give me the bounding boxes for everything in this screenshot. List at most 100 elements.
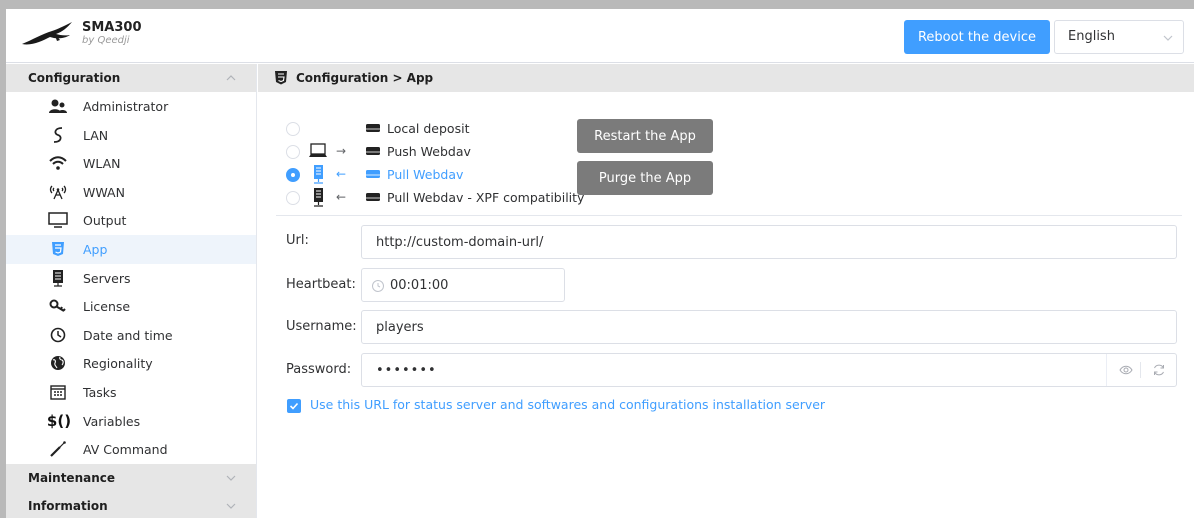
sidebar-item-label: AV Command xyxy=(83,442,168,458)
password-label: Password: xyxy=(286,362,352,377)
url-value: http://custom-domain-url/ xyxy=(376,235,544,250)
source-option-push-webdav[interactable]: → Push Webdav xyxy=(286,142,586,162)
sidebar-item-label: Date and time xyxy=(83,327,173,343)
sidebar-item-administrator[interactable]: Administrator xyxy=(6,92,256,121)
heartbeat-time-picker[interactable]: 00:01:00 xyxy=(361,268,565,302)
top-bar: SMA300 by Qeedji Reboot the device Engli… xyxy=(6,9,1194,63)
variables-icon: $() xyxy=(46,411,72,430)
sidebar-group-configuration[interactable]: Configuration xyxy=(6,64,256,92)
product-subtitle: by Qeedji xyxy=(82,35,130,46)
key-icon xyxy=(48,297,68,315)
antenna-icon xyxy=(48,183,68,201)
source-option-pull-webdav[interactable]: ← Pull Webdav xyxy=(286,165,586,185)
reboot-device-button[interactable]: Reboot the device xyxy=(904,20,1050,54)
sidebar-item-label: Variables xyxy=(83,413,141,429)
sidebar-item-label: Servers xyxy=(83,270,131,286)
username-label: Username: xyxy=(286,319,357,334)
username-value: players xyxy=(376,320,424,335)
source-option-local-deposit[interactable]: Local deposit xyxy=(286,119,586,139)
sidebar: Configuration Administrator LAN WLAN WWA… xyxy=(6,64,257,518)
sidebar-item-label: License xyxy=(83,299,131,315)
sidebar-item-label: Tasks xyxy=(83,384,117,400)
radio-button[interactable] xyxy=(286,191,300,205)
sidebar-group-maintenance[interactable]: Maintenance xyxy=(6,463,256,492)
app-window: SMA300 by Qeedji Reboot the device Engli… xyxy=(6,9,1194,518)
product-name: SMA300 xyxy=(82,20,142,35)
radio-button-checked[interactable] xyxy=(286,168,300,182)
arrow-left-icon: ← xyxy=(336,167,347,181)
lan-icon xyxy=(48,126,68,144)
sidebar-item-label: Output xyxy=(83,213,127,229)
sidebar-item-regionality[interactable]: Regionality xyxy=(6,349,256,378)
chevron-down-icon xyxy=(1163,35,1173,41)
username-input[interactable]: players xyxy=(361,310,1177,344)
purge-app-button[interactable]: Purge the App xyxy=(577,161,713,195)
logo: SMA300 by Qeedji xyxy=(20,18,142,54)
server-icon xyxy=(314,165,323,184)
sidebar-item-label: WWAN xyxy=(83,184,125,200)
radio-button[interactable] xyxy=(286,145,300,159)
chevron-up-icon xyxy=(226,75,236,81)
refresh-icon[interactable] xyxy=(1152,363,1166,377)
sidebar-item-wwan[interactable]: WWAN xyxy=(6,178,256,207)
sidebar-item-date-time[interactable]: Date and time xyxy=(6,321,256,350)
sidebar-item-app[interactable]: App xyxy=(6,234,256,264)
source-label: Pull Webdav - XPF compatibility xyxy=(387,190,585,205)
divider xyxy=(276,215,1182,216)
clock-icon xyxy=(48,326,68,344)
breadcrumb: Configuration > App xyxy=(296,71,434,85)
source-label: Push Webdav xyxy=(387,144,471,159)
sidebar-item-label: WLAN xyxy=(83,156,121,172)
av-command-icon xyxy=(48,440,68,458)
sidebar-item-label: App xyxy=(83,241,108,257)
url-label: Url: xyxy=(286,233,309,248)
monitor-icon xyxy=(48,211,68,229)
sidebar-item-label: LAN xyxy=(83,127,109,143)
source-option-pull-webdav-xpf[interactable]: ← Pull Webdav - XPF compatibility xyxy=(286,188,586,208)
use-url-checkbox[interactable] xyxy=(287,399,301,413)
sidebar-item-servers[interactable]: Servers xyxy=(6,264,256,293)
sidebar-item-variables[interactable]: $() Variables xyxy=(6,407,256,436)
password-value: ••••••• xyxy=(376,363,437,378)
sidebar-item-tasks[interactable]: Tasks xyxy=(6,378,256,407)
source-label: Pull Webdav xyxy=(387,167,464,182)
separator xyxy=(1140,362,1141,378)
source-label: Local deposit xyxy=(387,121,470,136)
language-select[interactable]: English xyxy=(1054,20,1184,54)
heartbeat-label: Heartbeat: xyxy=(286,277,356,292)
drive-icon xyxy=(366,193,380,201)
globe-icon xyxy=(48,354,68,372)
sidebar-item-av-command[interactable]: AV Command xyxy=(6,435,256,464)
sidebar-group-information[interactable]: Information xyxy=(6,491,256,518)
html5-icon xyxy=(275,71,287,85)
page-title: Configuration > App xyxy=(258,64,1194,92)
sidebar-item-output[interactable]: Output xyxy=(6,206,256,235)
radio-button[interactable] xyxy=(286,122,300,136)
drive-icon xyxy=(366,124,380,132)
restart-app-button[interactable]: Restart the App xyxy=(577,119,713,153)
chevron-down-icon xyxy=(226,503,236,509)
group-label: Configuration xyxy=(28,71,121,85)
drive-icon xyxy=(366,147,380,155)
language-value: English xyxy=(1068,29,1115,44)
laptop-icon xyxy=(309,143,327,157)
group-label: Maintenance xyxy=(28,470,116,485)
server-icon xyxy=(48,269,68,287)
sidebar-item-license[interactable]: License xyxy=(6,292,256,321)
sidebar-item-label: Administrator xyxy=(83,99,169,114)
url-input[interactable]: http://custom-domain-url/ xyxy=(361,225,1177,259)
use-url-label[interactable]: Use this URL for status server and softw… xyxy=(310,397,825,412)
password-input[interactable]: ••••••• xyxy=(361,353,1177,387)
heartbeat-value: 00:01:00 xyxy=(390,278,449,293)
arrow-right-icon: → xyxy=(336,144,347,158)
eye-icon[interactable] xyxy=(1119,364,1133,376)
sidebar-item-lan[interactable]: LAN xyxy=(6,121,256,150)
calendar-icon xyxy=(48,383,68,401)
drive-icon xyxy=(366,170,380,178)
password-actions xyxy=(1106,354,1176,386)
sidebar-item-wlan[interactable]: WLAN xyxy=(6,149,256,178)
sidebar-item-label: Regionality xyxy=(83,356,153,372)
arrow-left-icon: ← xyxy=(336,190,347,204)
html5-icon xyxy=(48,240,68,258)
qeedji-logo-icon xyxy=(22,22,72,45)
